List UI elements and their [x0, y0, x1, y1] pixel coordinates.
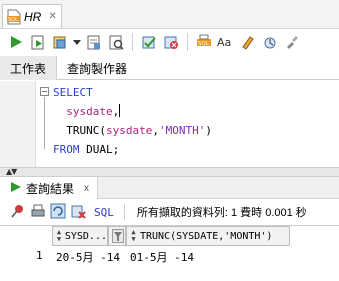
format-icon[interactable] [282, 32, 302, 52]
code-line: sysdate, [53, 102, 212, 121]
sort-icon[interactable]: ▲ ▼ [129, 229, 138, 243]
svg-text:SQL: SQL [8, 17, 18, 23]
refresh-icon[interactable] [50, 203, 66, 222]
run-script-icon[interactable] [28, 32, 48, 52]
grid-header: ▲ ▼ SYSD... ▲ ▼ TRUNC(SYSDATE,'MONTH') [0, 226, 339, 246]
results-tab-bar: 查詢結果 x [0, 177, 339, 199]
document-tab-strip: SQL HR ✕ [0, 0, 339, 28]
column-header-trunc[interactable]: ▲ ▼ TRUNC(SYSDATE,'MONTH') [126, 226, 290, 246]
worksheet-sub-tabs: 工作表 查詢製作器 [0, 56, 339, 80]
toolbar-separator [123, 204, 125, 220]
delete-icon[interactable] [70, 203, 86, 222]
commit-icon[interactable] [139, 32, 159, 52]
svg-text:Aa: Aa [217, 36, 231, 49]
tab-worksheet[interactable]: 工作表 [0, 56, 58, 80]
sort-icon[interactable]: ▲ ▼ [55, 229, 63, 243]
code-line: TRUNC(sysdate,'MONTH') [53, 121, 212, 140]
worksheet-toolbar: SQL Aa [0, 28, 339, 54]
print-icon[interactable] [30, 203, 46, 222]
column-filter[interactable] [108, 226, 126, 246]
tab-query-builder[interactable]: 查詢製作器 [57, 56, 137, 80]
sql-history-icon[interactable]: SQL [194, 32, 214, 52]
comma-token: , [112, 105, 120, 118]
row-number: 1 [36, 249, 43, 262]
table-row[interactable]: 1 20-5月 -14 01-5月 -14 [0, 247, 339, 265]
trunc-function: TRUNC( [66, 124, 106, 137]
code-line: SELECT [53, 83, 212, 102]
collapse-arrows-icon[interactable]: ▲▼ [6, 167, 17, 176]
table-token: DUAL; [79, 143, 120, 156]
dropdown-arrow-icon[interactable] [72, 32, 82, 52]
pane-splitter[interactable]: ▲▼ [0, 167, 339, 177]
sql-link[interactable]: SQL [94, 206, 114, 219]
close-icon[interactable]: ✕ [48, 11, 56, 22]
toolbar-separator [132, 32, 133, 51]
close-paren-token: ) [205, 124, 212, 137]
keyword-from: FROM [53, 143, 80, 156]
results-tab-label: 查詢結果 [26, 181, 75, 196]
keyword-select: SELECT [53, 86, 93, 99]
code-line: FROM DUAL; [53, 140, 212, 159]
pin-icon[interactable] [10, 203, 26, 222]
sql-tuning-icon[interactable] [106, 32, 126, 52]
document-tab-hr[interactable]: SQL HR ✕ [2, 4, 62, 28]
string-literal: 'MONTH' [158, 124, 206, 137]
line-gutter [0, 81, 36, 167]
comma-token: , [152, 124, 159, 137]
tab-query-results[interactable]: 查詢結果 x [0, 177, 99, 199]
sysdate-token: sysdate [66, 105, 113, 118]
fold-guide-line [44, 97, 45, 149]
run-result-icon [10, 181, 22, 196]
text-cursor [119, 104, 121, 117]
column-header-sysdate[interactable]: ▲ ▼ SYSD... [52, 226, 108, 246]
document-tab-title: HR [24, 9, 42, 24]
rollback-icon[interactable] [161, 32, 181, 52]
filter-icon[interactable] [112, 229, 124, 243]
clear-icon[interactable] [238, 32, 258, 52]
autotrace-icon[interactable] [50, 32, 70, 52]
row-number-header [0, 226, 52, 246]
close-icon[interactable]: x [84, 183, 89, 194]
column-header-label: TRUNC(SYSDATE,'MONTH') [140, 230, 273, 242]
fold-collapse-icon[interactable]: − [40, 87, 49, 96]
uppercase-icon[interactable]: Aa [216, 32, 236, 52]
tune-icon[interactable] [260, 32, 280, 52]
results-toolbar: SQL 所有擷取的資料列: 1 費時 0.001 秒 [0, 200, 339, 224]
sql-editor[interactable]: − SELECT sysdate, TRUNC(sysdate,'MONTH')… [0, 81, 339, 167]
toolbar-separator [187, 32, 188, 51]
explain-plan-icon[interactable] [84, 32, 104, 52]
column-header-label: SYSD... [64, 230, 107, 242]
sql-code[interactable]: SELECT sysdate, TRUNC(sysdate,'MONTH') F… [53, 83, 212, 159]
results-grid: ▲ ▼ SYSD... ▲ ▼ TRUNC(SYSDATE,'MONTH') 1 2… [0, 225, 339, 281]
sql-file-icon: SQL [7, 9, 21, 25]
sysdate-token: sysdate [106, 124, 153, 137]
fetch-status-text: 所有擷取的資料列: 1 費時 0.001 秒 [136, 207, 307, 219]
run-statement-icon[interactable] [6, 32, 26, 52]
cell-trunc[interactable]: 01-5月 -14 [130, 249, 194, 265]
cell-sysdate[interactable]: 20-5月 -14 [56, 249, 120, 265]
svg-text:SQL: SQL [198, 41, 210, 47]
